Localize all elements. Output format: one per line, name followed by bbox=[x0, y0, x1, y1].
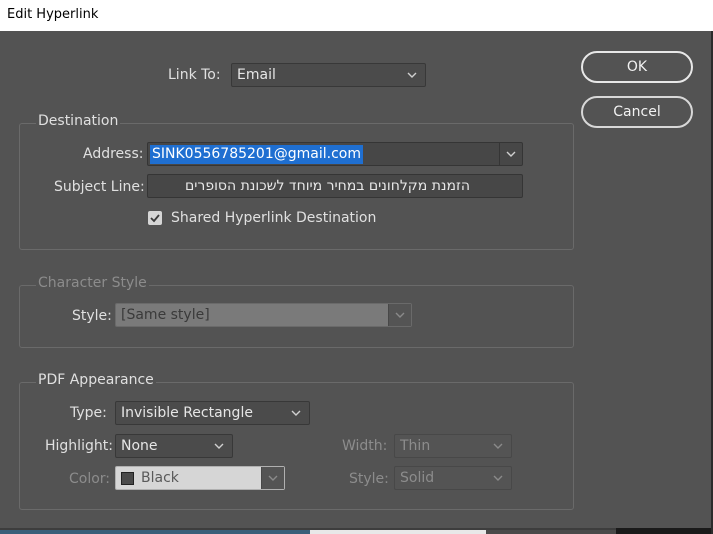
border-style-value: Solid bbox=[400, 470, 435, 486]
highlight-select[interactable]: None bbox=[115, 434, 233, 458]
type-value: Invisible Rectangle bbox=[121, 405, 253, 421]
background-strip-segment bbox=[616, 528, 711, 534]
cancel-button[interactable]: Cancel bbox=[581, 96, 693, 128]
subject-line-value: הזמנת מקלחונים במחיר מיוחד לשכונת הסופרי… bbox=[185, 178, 470, 194]
ok-button[interactable]: OK bbox=[581, 51, 693, 83]
chevron-down-icon bbox=[214, 443, 224, 449]
link-to-select[interactable]: Email bbox=[231, 63, 426, 87]
address-label: Address: bbox=[83, 146, 144, 162]
chevron-down-icon bbox=[268, 475, 278, 481]
border-style-label: Style: bbox=[349, 471, 389, 487]
background-strip-segment bbox=[0, 530, 310, 534]
chevron-down-icon bbox=[493, 443, 503, 449]
chevron-down-icon bbox=[291, 410, 301, 416]
border-style-select[interactable]: Solid bbox=[394, 466, 512, 490]
destination-legend: Destination bbox=[36, 113, 121, 129]
address-combobox[interactable]: SINK0556785201@gmail.com bbox=[147, 142, 523, 166]
link-to-label: Link To: bbox=[168, 67, 221, 83]
subject-line-label: Subject Line: bbox=[54, 179, 145, 195]
character-style-legend: Character Style bbox=[36, 275, 149, 291]
type-label: Type: bbox=[70, 405, 107, 421]
color-dropdown-button[interactable] bbox=[261, 467, 284, 489]
window-title: Edit Hyperlink bbox=[7, 7, 99, 22]
address-dropdown-button[interactable] bbox=[499, 143, 522, 165]
window-titlebar: Edit Hyperlink bbox=[0, 0, 713, 31]
color-label: Color: bbox=[69, 471, 111, 487]
pdf-appearance-legend: PDF Appearance bbox=[36, 372, 156, 388]
shared-destination-label[interactable]: Shared Hyperlink Destination bbox=[171, 210, 376, 226]
color-swatch bbox=[121, 472, 134, 485]
link-to-value: Email bbox=[237, 67, 276, 83]
chevron-down-icon bbox=[493, 475, 503, 481]
color-select[interactable]: Black bbox=[115, 466, 285, 490]
color-value: Black bbox=[141, 470, 179, 486]
width-value: Thin bbox=[400, 438, 431, 454]
character-style-dropdown-button[interactable] bbox=[388, 304, 411, 326]
background-strip-segment bbox=[486, 530, 616, 534]
character-style-select[interactable]: [Same style] bbox=[115, 303, 412, 327]
subject-line-input[interactable]: הזמנת מקלחונים במחיר מיוחד לשכונת הסופרי… bbox=[147, 174, 523, 198]
type-select[interactable]: Invisible Rectangle bbox=[115, 401, 310, 425]
background-taskbar-strip bbox=[0, 528, 711, 534]
chevron-down-icon bbox=[506, 151, 516, 157]
background-strip-segment bbox=[310, 530, 486, 534]
character-style-label: Style: bbox=[72, 308, 112, 324]
character-style-value: [Same style] bbox=[121, 307, 210, 323]
shared-destination-checkbox[interactable] bbox=[148, 211, 162, 225]
chevron-down-icon bbox=[407, 72, 417, 78]
width-label: Width: bbox=[342, 438, 388, 454]
highlight-value: None bbox=[121, 438, 158, 454]
checkmark-icon bbox=[150, 214, 160, 223]
width-select[interactable]: Thin bbox=[394, 434, 512, 458]
highlight-label: Highlight: bbox=[45, 438, 113, 454]
address-input[interactable]: SINK0556785201@gmail.com bbox=[150, 145, 363, 164]
chevron-down-icon bbox=[395, 312, 405, 318]
